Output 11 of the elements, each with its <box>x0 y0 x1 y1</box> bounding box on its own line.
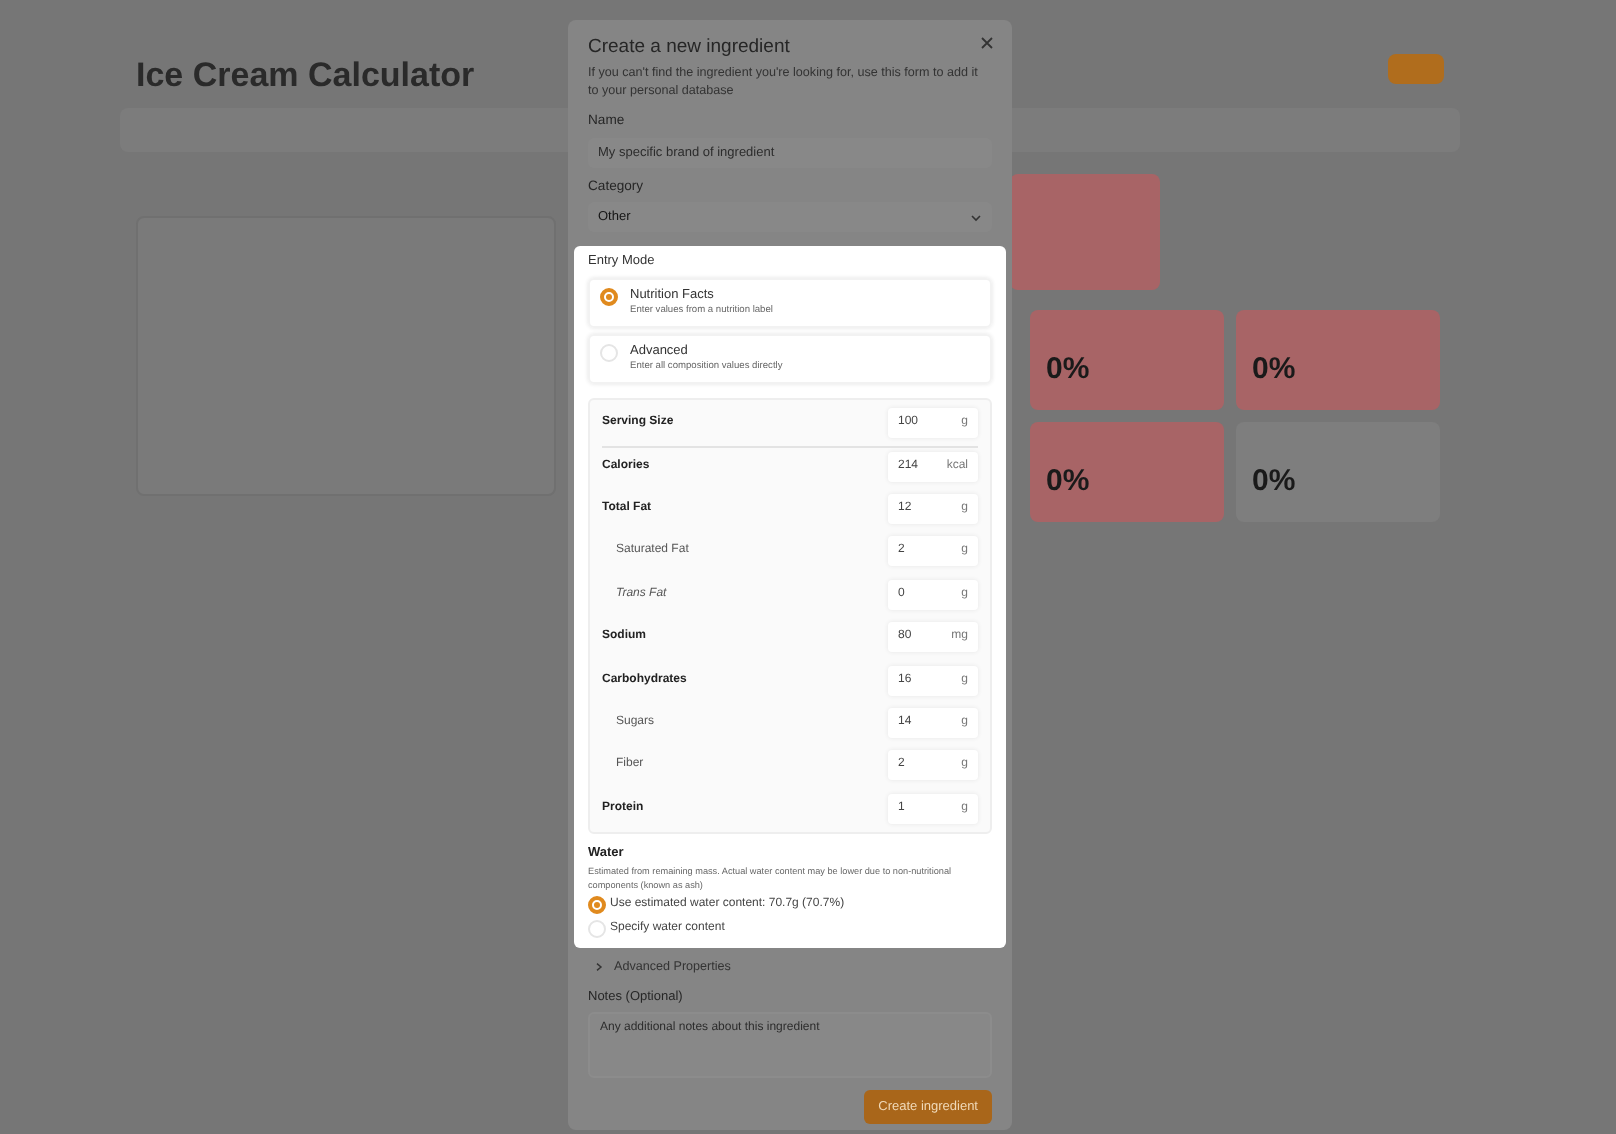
dialog-title: Create a new ingredient <box>588 36 790 60</box>
chevron-down-icon <box>970 213 982 222</box>
page-title: Ice Cream Calculator <box>136 54 475 98</box>
chevron-icon <box>594 962 604 972</box>
close-icon[interactable] <box>976 32 996 52</box>
radio-button[interactable] <box>600 288 618 307</box>
metric-value: 0% <box>1046 464 1090 498</box>
metric-value: 0% <box>1252 352 1296 386</box>
metric-value: 0% <box>1252 464 1296 498</box>
metric-value: 0% <box>1046 352 1090 386</box>
radio-button[interactable] <box>588 896 606 915</box>
